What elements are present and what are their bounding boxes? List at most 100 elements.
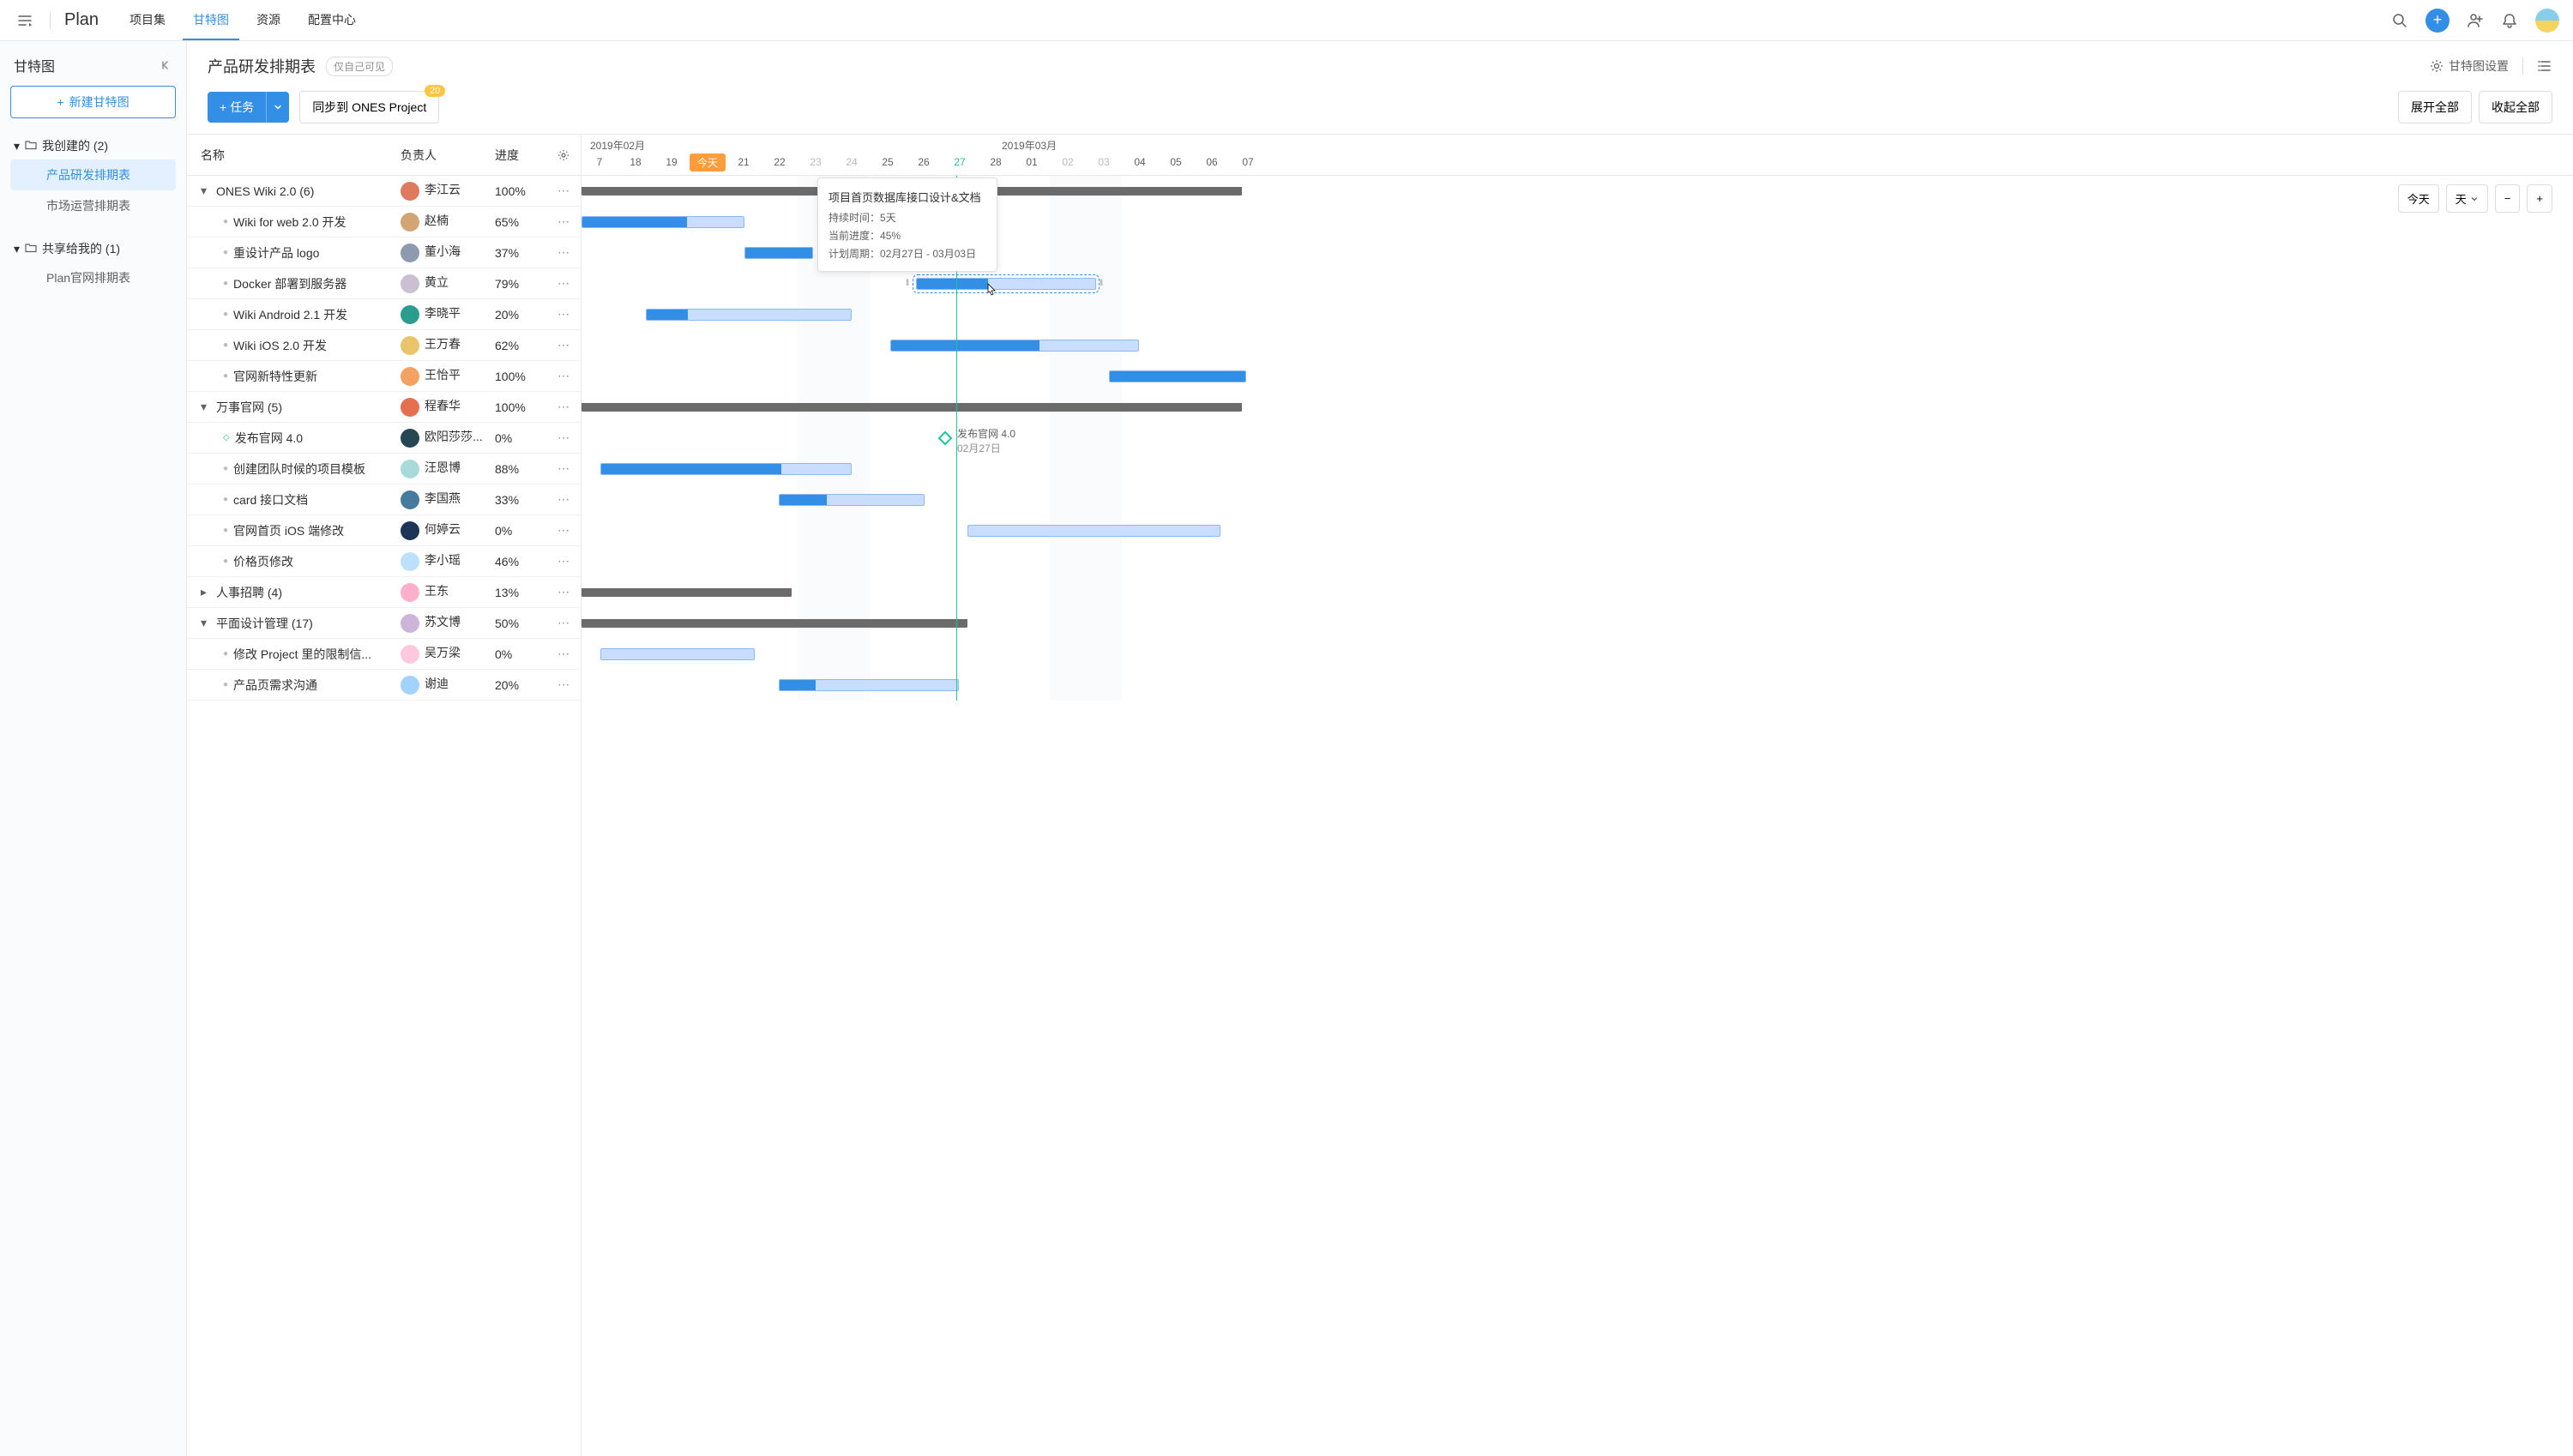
task-row[interactable]: ●Wiki Android 2.1 开发李晓平20%⋯ xyxy=(187,299,581,330)
brand-logo[interactable]: Plan xyxy=(64,10,99,30)
chevron-down-icon[interactable]: ▾ xyxy=(201,400,211,414)
task-row[interactable]: ▾ONES Wiki 2.0 (6)李江云100%⋯ xyxy=(187,176,581,207)
day-cell[interactable]: 02 xyxy=(1050,156,1086,168)
task-name-cell[interactable]: ●价格页修改 xyxy=(187,553,401,570)
task-name-cell[interactable]: ▾ONES Wiki 2.0 (6) xyxy=(187,184,401,198)
new-task-button[interactable]: + 任务 xyxy=(208,92,266,123)
task-bar[interactable] xyxy=(779,494,925,506)
day-cell[interactable]: 24 xyxy=(834,156,870,168)
more-actions-icon[interactable]: ⋯ xyxy=(557,184,569,198)
task-bar[interactable] xyxy=(744,247,813,259)
milestone-marker[interactable] xyxy=(938,431,953,446)
task-bar[interactable] xyxy=(646,309,852,321)
zoom-in-button[interactable]: + xyxy=(2527,184,2552,213)
chevron-down-icon[interactable]: ▾ xyxy=(201,184,211,198)
sidebar-item[interactable]: 产品研发排期表 xyxy=(10,159,176,190)
nav-tab[interactable]: 甘特图 xyxy=(183,1,239,40)
task-row[interactable]: ▾平面设计管理 (17)苏文博50%⋯ xyxy=(187,608,581,639)
menu-toggle-icon[interactable] xyxy=(14,9,36,32)
time-unit-dropdown[interactable]: 天 xyxy=(2446,184,2488,213)
task-row[interactable]: ◇发布官网 4.0欧阳莎莎...0%⋯ xyxy=(187,423,581,454)
more-actions-icon[interactable]: ⋯ xyxy=(557,214,569,229)
more-actions-icon[interactable]: ⋯ xyxy=(557,430,569,445)
column-header-owner[interactable]: 负责人 xyxy=(401,147,495,164)
task-bar[interactable] xyxy=(600,463,852,475)
nav-tab[interactable]: 配置中心 xyxy=(298,1,366,40)
day-cell[interactable]: 25 xyxy=(870,156,906,168)
more-actions-icon[interactable]: ⋯ xyxy=(557,554,569,569)
day-cell[interactable]: 19 xyxy=(654,156,690,168)
task-row[interactable]: ●创建团队时候的项目模板汪恩博88%⋯ xyxy=(187,454,581,484)
task-name-cell[interactable]: ●重设计产品 logo xyxy=(187,244,401,262)
task-bar[interactable] xyxy=(600,648,755,660)
gantt-settings-button[interactable]: 甘特图设置 xyxy=(2430,57,2509,75)
list-view-icon[interactable] xyxy=(2537,58,2552,74)
task-bar[interactable] xyxy=(890,340,1139,352)
task-row[interactable]: ●Docker 部署到服务器黄立79%⋯ xyxy=(187,268,581,299)
task-name-cell[interactable]: ●Wiki Android 2.1 开发 xyxy=(187,306,401,323)
task-bar[interactable] xyxy=(581,216,744,228)
task-row[interactable]: ●官网新特性更新王怡平100%⋯ xyxy=(187,361,581,392)
task-name-cell[interactable]: ●产品页需求沟通 xyxy=(187,677,401,694)
sidebar-group-header[interactable]: ▾共享给我的 (1) xyxy=(10,235,176,262)
more-actions-icon[interactable]: ⋯ xyxy=(557,461,569,476)
summary-bar[interactable] xyxy=(581,619,967,628)
task-row[interactable]: ●重设计产品 logo董小海37%⋯ xyxy=(187,238,581,268)
day-cell-today[interactable]: 今天 xyxy=(690,153,726,171)
day-cell[interactable]: 22 xyxy=(762,156,798,168)
task-name-cell[interactable]: ▾万事官网 (5) xyxy=(187,399,401,416)
more-actions-icon[interactable]: ⋯ xyxy=(557,616,569,630)
task-name-cell[interactable]: ●Wiki iOS 2.0 开发 xyxy=(187,337,401,354)
day-cell[interactable]: 7 xyxy=(581,156,618,168)
new-task-dropdown[interactable] xyxy=(266,92,289,123)
task-name-cell[interactable]: ▸人事招聘 (4) xyxy=(187,584,401,601)
day-cell[interactable]: 28 xyxy=(978,156,1014,168)
chevron-right-icon[interactable]: ▸ xyxy=(201,585,211,599)
column-settings-icon[interactable] xyxy=(546,149,581,161)
task-row[interactable]: ▸人事招聘 (4)王东13%⋯ xyxy=(187,577,581,608)
nav-tab[interactable]: 资源 xyxy=(246,1,291,40)
task-row[interactable]: ●价格页修改李小瑶46%⋯ xyxy=(187,546,581,577)
more-actions-icon[interactable]: ⋯ xyxy=(557,523,569,538)
more-actions-icon[interactable]: ⋯ xyxy=(557,400,569,414)
task-row[interactable]: ●Wiki iOS 2.0 开发王万春62%⋯ xyxy=(187,330,581,361)
column-header-progress[interactable]: 进度 xyxy=(495,147,546,164)
goto-today-button[interactable]: 今天 xyxy=(2398,184,2439,213)
create-button[interactable]: + xyxy=(2425,9,2449,33)
collapse-all-button[interactable]: 收起全部 xyxy=(2479,91,2552,123)
notifications-icon[interactable] xyxy=(2501,12,2518,29)
more-actions-icon[interactable]: ⋯ xyxy=(557,245,569,260)
expand-all-button[interactable]: 展开全部 xyxy=(2398,91,2472,123)
task-bar[interactable] xyxy=(779,679,959,691)
day-cell[interactable]: 18 xyxy=(618,156,654,168)
task-row[interactable]: ●修改 Project 里的限制信...吴万梁0%⋯ xyxy=(187,639,581,670)
sidebar-group-header[interactable]: ▾我创建的 (2) xyxy=(10,132,176,159)
day-cell[interactable]: 07 xyxy=(1230,156,1266,168)
day-cell[interactable]: 27 xyxy=(942,156,978,168)
more-actions-icon[interactable]: ⋯ xyxy=(557,585,569,599)
resize-handle-left[interactable]: ‖ xyxy=(906,279,909,288)
resize-handle-right[interactable]: ‖ xyxy=(1100,279,1103,288)
new-gantt-button[interactable]: + 新建甘特图 xyxy=(10,86,176,118)
more-actions-icon[interactable]: ⋯ xyxy=(557,647,569,661)
invite-member-icon[interactable] xyxy=(2467,12,2484,29)
task-name-cell[interactable]: ●创建团队时候的项目模板 xyxy=(187,460,401,478)
zoom-out-button[interactable]: − xyxy=(2495,184,2521,213)
task-name-cell[interactable]: ●官网首页 iOS 端修改 xyxy=(187,522,401,539)
user-avatar[interactable] xyxy=(2535,9,2559,33)
visibility-badge[interactable]: 仅自己可见 xyxy=(326,57,393,76)
gantt-timeline[interactable]: 2019年02月2019年03月 71819今天2122232425262728… xyxy=(581,135,2573,1456)
task-bar[interactable] xyxy=(1109,370,1246,382)
task-name-cell[interactable]: ◇发布官网 4.0 xyxy=(187,430,401,447)
task-name-cell[interactable]: ▾平面设计管理 (17) xyxy=(187,615,401,632)
day-cell[interactable]: 26 xyxy=(906,156,942,168)
more-actions-icon[interactable]: ⋯ xyxy=(557,338,569,352)
chevron-down-icon[interactable]: ▾ xyxy=(201,616,211,630)
task-name-cell[interactable]: ●官网新特性更新 xyxy=(187,368,401,385)
day-cell[interactable]: 05 xyxy=(1158,156,1194,168)
day-cell[interactable]: 06 xyxy=(1194,156,1230,168)
day-cell[interactable]: 21 xyxy=(726,156,762,168)
nav-tab[interactable]: 项目集 xyxy=(119,1,176,40)
day-cell[interactable]: 01 xyxy=(1014,156,1050,168)
day-cell[interactable]: 03 xyxy=(1086,156,1122,168)
